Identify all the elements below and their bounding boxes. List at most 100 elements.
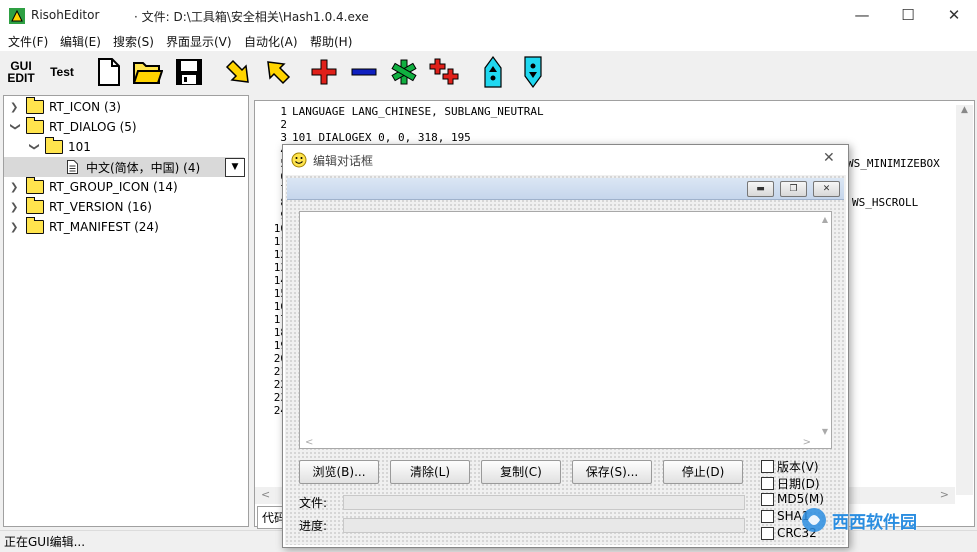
checkbox-box[interactable] bbox=[761, 509, 774, 523]
close-button[interactable]: ✕ bbox=[931, 0, 977, 31]
dialog-title-bar: 编辑对话框 ✕ bbox=[283, 145, 848, 175]
chevron-right-icon[interactable]: ❯ bbox=[10, 222, 20, 233]
dropdown-arrow-icon[interactable]: ▼ bbox=[225, 158, 245, 177]
move-up-item-button[interactable] bbox=[478, 55, 508, 89]
maximize-button[interactable]: ☐ bbox=[885, 0, 931, 31]
smiley-icon bbox=[291, 152, 307, 168]
menu-view[interactable]: 界面显示(V) bbox=[166, 33, 232, 50]
open-folder-icon bbox=[133, 62, 163, 84]
tree-item-label: RT_MANIFEST (24) bbox=[49, 220, 159, 234]
tree-item-rt-icon[interactable]: ❯ RT_ICON (3) bbox=[10, 97, 121, 117]
move-up-button[interactable] bbox=[261, 55, 295, 89]
browse-button[interactable]: 浏览(B)... bbox=[299, 460, 379, 484]
progress-bar bbox=[343, 518, 745, 533]
chevron-right-icon[interactable]: ❯ bbox=[10, 182, 20, 193]
edit-dialog: 编辑对话框 ✕ ▬ ❐ ✕ ▲ ▼ < > 浏览(B)... 清除(L) 复制(… bbox=[282, 144, 849, 548]
preview-close-button[interactable]: ✕ bbox=[813, 181, 840, 197]
scroll-down-icon[interactable]: ▼ bbox=[822, 427, 828, 436]
tree-item-rt-manifest[interactable]: ❯ RT_MANIFEST (24) bbox=[10, 217, 159, 237]
scroll-right-icon[interactable]: > bbox=[803, 437, 811, 448]
stop-button[interactable]: 停止(D) bbox=[663, 460, 743, 484]
new-file-button[interactable] bbox=[93, 55, 125, 89]
checkbox-box[interactable] bbox=[761, 477, 774, 490]
checkbox-version[interactable]: 版本(V) bbox=[761, 458, 819, 475]
open-button[interactable] bbox=[131, 55, 165, 89]
save-disk-icon bbox=[176, 59, 202, 85]
checkbox-box[interactable] bbox=[761, 492, 774, 506]
checkbox-box[interactable] bbox=[761, 460, 774, 473]
preview-title-bar: ▬ ❐ ✕ bbox=[287, 178, 844, 200]
checkbox-date[interactable]: 日期(D) bbox=[761, 475, 820, 492]
toolbar: GUI EDIT Test bbox=[0, 51, 977, 93]
minimize-button[interactable]: — bbox=[839, 0, 885, 31]
preview-restore-button[interactable]: ❐ bbox=[780, 181, 807, 197]
watermark-text: 西西软件园 bbox=[832, 512, 917, 533]
dialog-title: 编辑对话框 bbox=[313, 154, 374, 168]
scroll-left-icon[interactable]: < bbox=[305, 437, 313, 448]
arrow-up-left-icon bbox=[267, 61, 291, 85]
double-plus-icon bbox=[429, 58, 459, 85]
tree-item-101[interactable]: ❯ 101 bbox=[29, 137, 91, 157]
preview-minimize-button[interactable]: ▬ bbox=[747, 181, 774, 197]
watermark: 西西软件园 bbox=[800, 506, 960, 534]
tree-item-rt-version[interactable]: ❯ RT_VERSION (16) bbox=[10, 197, 152, 217]
code-text[interactable]: LANGUAGE LANG_CHINESE, SUBLANG_NEUTRAL 1… bbox=[292, 105, 544, 144]
chevron-right-icon[interactable]: ❯ bbox=[10, 102, 20, 113]
folder-icon bbox=[26, 177, 44, 194]
chevron-down-icon[interactable]: ❯ bbox=[10, 122, 21, 132]
vertical-scrollbar[interactable]: ▲ bbox=[956, 105, 973, 495]
move-down-button[interactable] bbox=[221, 55, 255, 89]
menu-help[interactable]: 帮助(H) bbox=[310, 33, 352, 50]
tree-item-label: 中文(简体，中国) (4) bbox=[86, 160, 201, 175]
tree-item-rt-group-icon[interactable]: ❯ RT_GROUP_ICON (14) bbox=[10, 177, 178, 197]
scroll-up-icon[interactable]: ▲ bbox=[822, 215, 828, 224]
checkbox-md5[interactable]: MD5(M) bbox=[761, 492, 824, 506]
add-button[interactable] bbox=[307, 55, 341, 89]
test-button[interactable]: Test bbox=[44, 55, 80, 89]
scroll-up-icon[interactable]: ▲ bbox=[956, 105, 973, 115]
chevron-down-icon[interactable]: ❯ bbox=[29, 142, 40, 152]
edit-resource-button[interactable] bbox=[387, 55, 421, 89]
dialog-close-button[interactable]: ✕ bbox=[823, 150, 835, 166]
menu-automation[interactable]: 自动化(A) bbox=[244, 33, 298, 50]
file-path-field[interactable] bbox=[343, 495, 745, 510]
gui-edit-button[interactable]: GUI EDIT bbox=[4, 55, 38, 89]
tree-item-label: RT_GROUP_ICON (14) bbox=[49, 180, 178, 194]
delete-button[interactable] bbox=[347, 55, 381, 89]
menu-edit[interactable]: 编辑(E) bbox=[60, 33, 101, 50]
file-label: 文件: bbox=[299, 496, 328, 510]
checkbox-box[interactable] bbox=[761, 526, 774, 540]
status-text: 正在GUI编辑... bbox=[4, 535, 86, 549]
gui-edit-label: GUI EDIT bbox=[7, 59, 35, 85]
clone-button[interactable] bbox=[427, 55, 463, 89]
tree-item-chinese-selected[interactable]: 中文(简体，中国) (4) bbox=[4, 157, 244, 177]
folder-icon bbox=[26, 197, 44, 214]
code-fragment: WS_MINIMIZEBOX bbox=[847, 157, 940, 170]
copy-button[interactable]: 复制(C) bbox=[481, 460, 561, 484]
menu-search[interactable]: 搜索(S) bbox=[113, 33, 154, 50]
clear-button[interactable]: 清除(L) bbox=[390, 460, 470, 484]
tree-item-rt-dialog[interactable]: ❯ RT_DIALOG (5) bbox=[10, 117, 137, 137]
move-down-item-button[interactable] bbox=[518, 55, 548, 89]
app-title: RisohEditor bbox=[31, 8, 100, 22]
plus-icon bbox=[311, 59, 337, 85]
new-file-icon bbox=[98, 58, 120, 86]
tree-item-label: 101 bbox=[68, 140, 91, 154]
checkbox-label: 日期(D) bbox=[777, 477, 820, 491]
scroll-right-icon[interactable]: > bbox=[940, 488, 949, 501]
watermark-logo-icon bbox=[802, 508, 826, 532]
chevron-right-icon[interactable]: ❯ bbox=[10, 202, 20, 213]
test-label: Test bbox=[50, 65, 74, 79]
menu-file[interactable]: 文件(F) bbox=[8, 33, 48, 50]
save-button[interactable]: 保存(S)... bbox=[572, 460, 652, 484]
tree-item-label: RT_DIALOG (5) bbox=[49, 120, 137, 134]
save-button[interactable] bbox=[172, 55, 206, 89]
folder-icon bbox=[26, 217, 44, 234]
scroll-left-icon[interactable]: < bbox=[261, 488, 270, 501]
tree-item-label: RT_ICON (3) bbox=[49, 100, 121, 114]
dialog-design-surface[interactable]: ▬ ❐ ✕ ▲ ▼ < > 浏览(B)... 清除(L) 复制(C) 保存(S)… bbox=[285, 175, 846, 545]
hash-output-textarea[interactable]: ▲ ▼ < > bbox=[299, 211, 832, 449]
arrow-down-right-icon bbox=[225, 59, 249, 83]
asterisk-icon bbox=[391, 59, 417, 85]
file-path: · 文件: D:\工具箱\安全相关\Hash1.0.4.exe bbox=[134, 10, 369, 24]
